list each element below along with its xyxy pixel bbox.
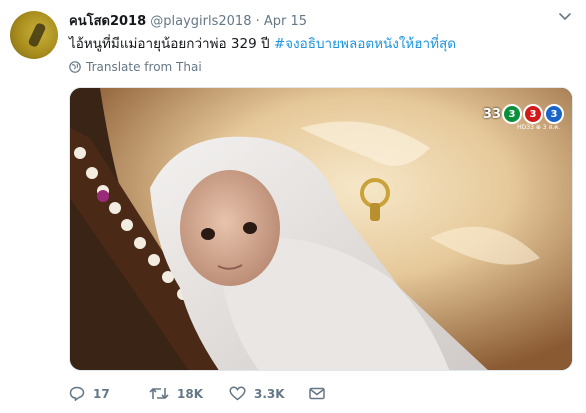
avatar[interactable] (10, 11, 58, 59)
reply-button[interactable]: 17 (69, 386, 149, 401)
tweet-header: คนโสด2018 @playgirls2018 · Apr 15 (69, 10, 307, 31)
like-button[interactable]: 3.3K (229, 386, 309, 401)
retweet-button[interactable]: 18K (149, 386, 229, 401)
display-name[interactable]: คนโสด2018 (69, 14, 146, 29)
channel-logo: 33 3 3 3 (483, 104, 564, 124)
separator-dot: · (255, 14, 260, 29)
channel-subtitle: HD33 ⊕ 3 ส.ค. (517, 124, 560, 131)
direct-message-button[interactable] (309, 387, 339, 400)
logo-digit-1: 3 (502, 104, 522, 124)
chevron-down-icon[interactable] (558, 12, 572, 22)
logo-digit-3: 3 (544, 104, 564, 124)
tweet-date[interactable]: Apr 15 (264, 14, 307, 29)
reply-count: 17 (93, 386, 110, 401)
retweet-count: 18K (177, 386, 203, 401)
like-count: 3.3K (254, 386, 285, 401)
tweet-text-body: ไอ้หนูที่มีแม่อายุน้อยกว่าพ่อ 329 ปี (69, 36, 274, 52)
tweet-text: ไอ้หนูที่มีแม่อายุน้อยกว่าพ่อ 329 ปี #จง… (69, 32, 456, 54)
globe-icon (69, 61, 81, 73)
channel-number: 33 (482, 106, 501, 122)
translate-label: Translate from Thai (86, 60, 202, 74)
tweet-actions: 17 18K 3.3K (69, 386, 339, 401)
heart-icon (229, 386, 246, 401)
reply-icon (69, 386, 85, 401)
tweet-media-image[interactable]: 33 3 3 3 HD33 ⊕ 3 ส.ค. (69, 87, 573, 371)
hashtag-link[interactable]: #จงอธิบายพลอตหนังให้ฮาที่สุด (274, 36, 456, 52)
mail-icon (309, 387, 325, 400)
tweet-card[interactable]: คนโสด2018 @playgirls2018 · Apr 15 ไอ้หนู… (0, 0, 586, 413)
logo-digit-2: 3 (523, 104, 543, 124)
retweet-icon (149, 388, 169, 399)
translate-link[interactable]: Translate from Thai (69, 60, 202, 74)
user-handle[interactable]: @playgirls2018 (150, 14, 251, 29)
